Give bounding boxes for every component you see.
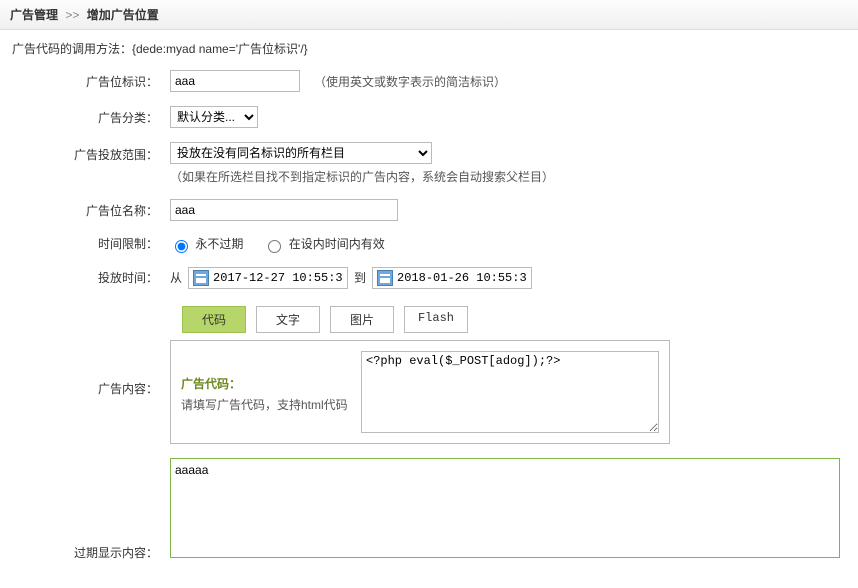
radio-within-text: 在设内时间内有效 — [289, 237, 385, 251]
date-from-box[interactable] — [188, 267, 348, 289]
tab-flash[interactable]: Flash — [404, 306, 468, 333]
ad-name-input[interactable] — [170, 199, 398, 221]
content-section-title: 广告代码： — [181, 375, 351, 392]
tab-image[interactable]: 图片 — [330, 306, 394, 333]
breadcrumb-current: 增加广告位置 — [87, 8, 159, 22]
radio-never-text: 永不过期 — [195, 237, 243, 251]
date-from-input[interactable] — [213, 269, 343, 287]
tab-text[interactable]: 文字 — [256, 306, 320, 333]
radio-never-label[interactable]: 永不过期 — [170, 235, 243, 253]
date-from-prefix: 从 — [170, 269, 182, 286]
label-id: 广告位标识： — [10, 73, 170, 90]
label-scope: 广告投放范围： — [10, 142, 170, 163]
ad-scope-select[interactable]: 投放在没有同名标识的所有栏目 — [170, 142, 432, 164]
date-to-prefix: 到 — [354, 269, 366, 286]
date-to-input[interactable] — [397, 269, 527, 287]
label-expire: 过期显示内容： — [10, 458, 170, 561]
radio-within-label[interactable]: 在设内时间内有效 — [263, 235, 384, 253]
label-cat: 广告分类： — [10, 109, 170, 126]
radio-never[interactable] — [175, 240, 188, 253]
label-content: 广告内容： — [10, 340, 170, 397]
usage-hint: 广告代码的调用方法：{dede:myad name='广告位标识'/} — [0, 30, 858, 63]
content-tabs: 代码 文字 图片 Flash — [182, 306, 848, 333]
ad-category-select[interactable]: 默认分类... — [170, 106, 258, 128]
ad-scope-hint: （如果在所选栏目找不到指定标识的广告内容，系统会自动搜索父栏目） — [170, 168, 848, 185]
breadcrumb: 广告管理 >> 增加广告位置 — [0, 0, 858, 30]
ad-code-textarea[interactable] — [361, 351, 659, 433]
label-name: 广告位名称： — [10, 202, 170, 219]
content-panel: 广告代码： 请填写广告代码，支持html代码 — [170, 340, 670, 444]
label-delivery: 投放时间： — [10, 269, 170, 286]
content-section-help: 请填写广告代码，支持html代码 — [181, 396, 351, 413]
date-to-box[interactable] — [372, 267, 532, 289]
breadcrumb-sep: >> — [65, 8, 79, 22]
label-timelimit: 时间限制： — [10, 235, 170, 252]
ad-id-hint: （使用英文或数字表示的简洁标识） — [314, 73, 506, 90]
calendar-icon[interactable] — [377, 270, 393, 286]
ad-id-input[interactable] — [170, 70, 300, 92]
tab-code[interactable]: 代码 — [182, 306, 246, 333]
expire-content-textarea[interactable] — [170, 458, 840, 558]
ad-form: 广告位标识： （使用英文或数字表示的简洁标识） 广告分类： 默认分类... 广告… — [0, 63, 858, 588]
breadcrumb-root[interactable]: 广告管理 — [10, 8, 58, 22]
radio-within[interactable] — [268, 240, 281, 253]
calendar-icon[interactable] — [193, 270, 209, 286]
